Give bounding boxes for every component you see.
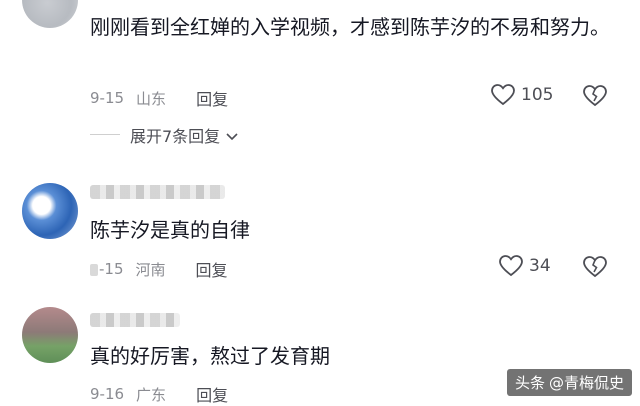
avatar[interactable] xyxy=(22,0,78,28)
reply-button[interactable]: 回复 xyxy=(196,382,228,406)
chevron-down-icon xyxy=(226,126,238,145)
heart-icon[interactable] xyxy=(491,84,515,106)
username-blurred[interactable] xyxy=(90,185,225,199)
comment-location: 山东 xyxy=(136,89,167,108)
comment-text: 真的好厉害，熬过了发育期 xyxy=(90,344,330,368)
username-blurred[interactable] xyxy=(90,313,180,327)
comment-date: 9-16 xyxy=(90,385,125,403)
heart-icon[interactable] xyxy=(499,255,523,277)
comment-text: 刚刚看到全红婵的入学视频，才感到陈芋汐的不易和努力。 xyxy=(90,15,610,39)
like-button[interactable]: 105 xyxy=(491,84,553,106)
comment-meta: 9-16 广东 回复 xyxy=(90,382,228,406)
like-button[interactable]: 34 xyxy=(499,255,551,277)
comment-date: -15 xyxy=(99,260,124,278)
expand-replies-label: 展开7条回复 xyxy=(130,127,221,146)
blurred-digit xyxy=(90,263,98,276)
watermark: 头条 @青梅侃史 xyxy=(506,369,632,396)
comment-text: 陈芋汐是真的自律 xyxy=(90,218,250,242)
comment-meta: 9-15 山东 回复 xyxy=(90,86,228,110)
comment-date: 9-15 xyxy=(90,89,125,107)
comment-location: 广东 xyxy=(136,385,167,404)
avatar[interactable] xyxy=(22,183,78,239)
expand-replies-button[interactable]: 展开7条回复 xyxy=(130,123,238,147)
reply-button[interactable]: 回复 xyxy=(196,86,228,110)
dislike-icon[interactable] xyxy=(583,256,607,278)
comment-meta: -15 河南 回复 xyxy=(90,257,228,281)
watermark-handle: @青梅侃史 xyxy=(548,374,624,392)
divider xyxy=(90,134,120,135)
comment-location: 河南 xyxy=(135,260,166,279)
avatar[interactable] xyxy=(22,307,78,363)
dislike-icon[interactable] xyxy=(583,85,607,107)
like-count: 105 xyxy=(521,85,554,105)
like-count: 34 xyxy=(529,256,551,276)
watermark-prefix: 头条 xyxy=(514,374,545,392)
reply-button[interactable]: 回复 xyxy=(196,257,228,281)
